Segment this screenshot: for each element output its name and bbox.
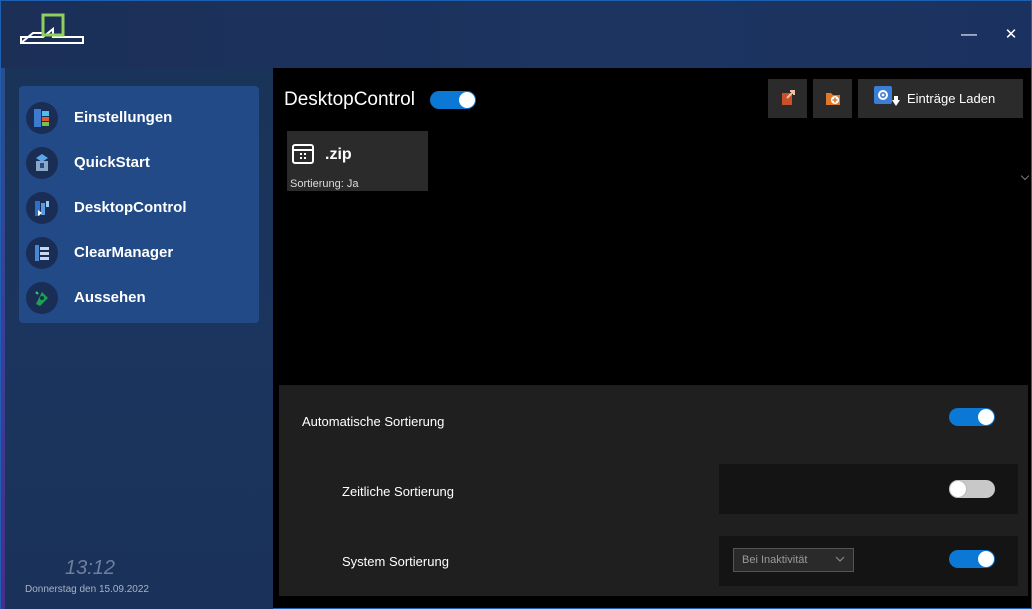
clock-date: Donnerstag den 15.09.2022 — [25, 584, 149, 595]
close-button[interactable]: ✕ — [998, 23, 1024, 47]
sidebar-nav: Einstellungen QuickStart DesktopControl … — [19, 86, 259, 323]
entry-name: .zip — [325, 146, 352, 163]
auto-sort-label: Automatische Sortierung — [302, 414, 445, 429]
minimize-button[interactable]: — — [956, 23, 982, 47]
toggle-knob — [459, 92, 475, 108]
entry-card-zip[interactable]: .zip Sortierung: Ja — [287, 131, 428, 191]
clear-manager-icon — [26, 236, 58, 269]
appearance-icon — [26, 281, 58, 314]
chevron-down-icon — [835, 556, 845, 562]
app-logo — [20, 13, 84, 44]
load-settings-icon — [874, 86, 900, 106]
toggle-knob — [950, 481, 966, 497]
sidebar-item-aussehen[interactable]: Aussehen — [19, 275, 259, 320]
sidebar-accent-edge — [1, 68, 5, 609]
zip-file-icon — [292, 144, 314, 164]
sidebar-item-einstellungen[interactable]: Einstellungen — [19, 95, 259, 140]
scroll-chevron-icon[interactable] — [1020, 171, 1030, 181]
add-entry-button[interactable] — [813, 79, 852, 118]
export-icon — [782, 90, 795, 105]
settings-app-icon — [26, 101, 58, 134]
sidebar-item-label: ClearManager — [74, 244, 174, 261]
system-sort-label: System Sortierung — [342, 554, 449, 569]
load-entries-label: Einträge Laden — [907, 91, 996, 106]
title-bar: — ✕ — [1, 1, 1031, 68]
entry-sort-status: Sortierung: Ja — [290, 178, 359, 190]
sidebar-item-label: Aussehen — [74, 289, 146, 306]
toggle-knob — [978, 409, 994, 425]
add-folder-icon — [826, 93, 840, 105]
auto-sort-toggle[interactable] — [949, 408, 995, 426]
time-sort-toggle[interactable] — [949, 480, 995, 498]
quickstart-icon — [26, 146, 58, 179]
toggle-knob — [978, 551, 994, 567]
system-sort-select[interactable]: Bei Inaktivität — [733, 548, 854, 572]
page-title: DesktopControl — [284, 89, 415, 110]
sidebar-item-quickstart[interactable]: QuickStart — [19, 140, 259, 185]
clock-time: 13:12 — [64, 557, 116, 579]
desktop-control-icon — [26, 191, 58, 224]
sidebar-item-label: QuickStart — [74, 154, 150, 171]
sidebar-item-desktopcontrol[interactable]: DesktopControl — [19, 185, 259, 230]
sidebar-item-clearmanager[interactable]: ClearManager — [19, 230, 259, 275]
app-window: — ✕ Einstellungen QuickStart DesktopCont… — [0, 0, 1032, 609]
sidebar-item-label: DesktopControl — [74, 199, 187, 216]
export-button[interactable] — [768, 79, 807, 118]
sidebar: Einstellungen QuickStart DesktopControl … — [1, 68, 273, 609]
time-sort-label: Zeitliche Sortierung — [342, 484, 454, 499]
load-entries-button[interactable]: Einträge Laden — [858, 79, 1023, 118]
system-sort-select-value: Bei Inaktivität — [742, 554, 808, 566]
system-sort-toggle[interactable] — [949, 550, 995, 568]
sidebar-item-label: Einstellungen — [74, 109, 173, 126]
desktopcontrol-toggle[interactable] — [430, 91, 476, 109]
